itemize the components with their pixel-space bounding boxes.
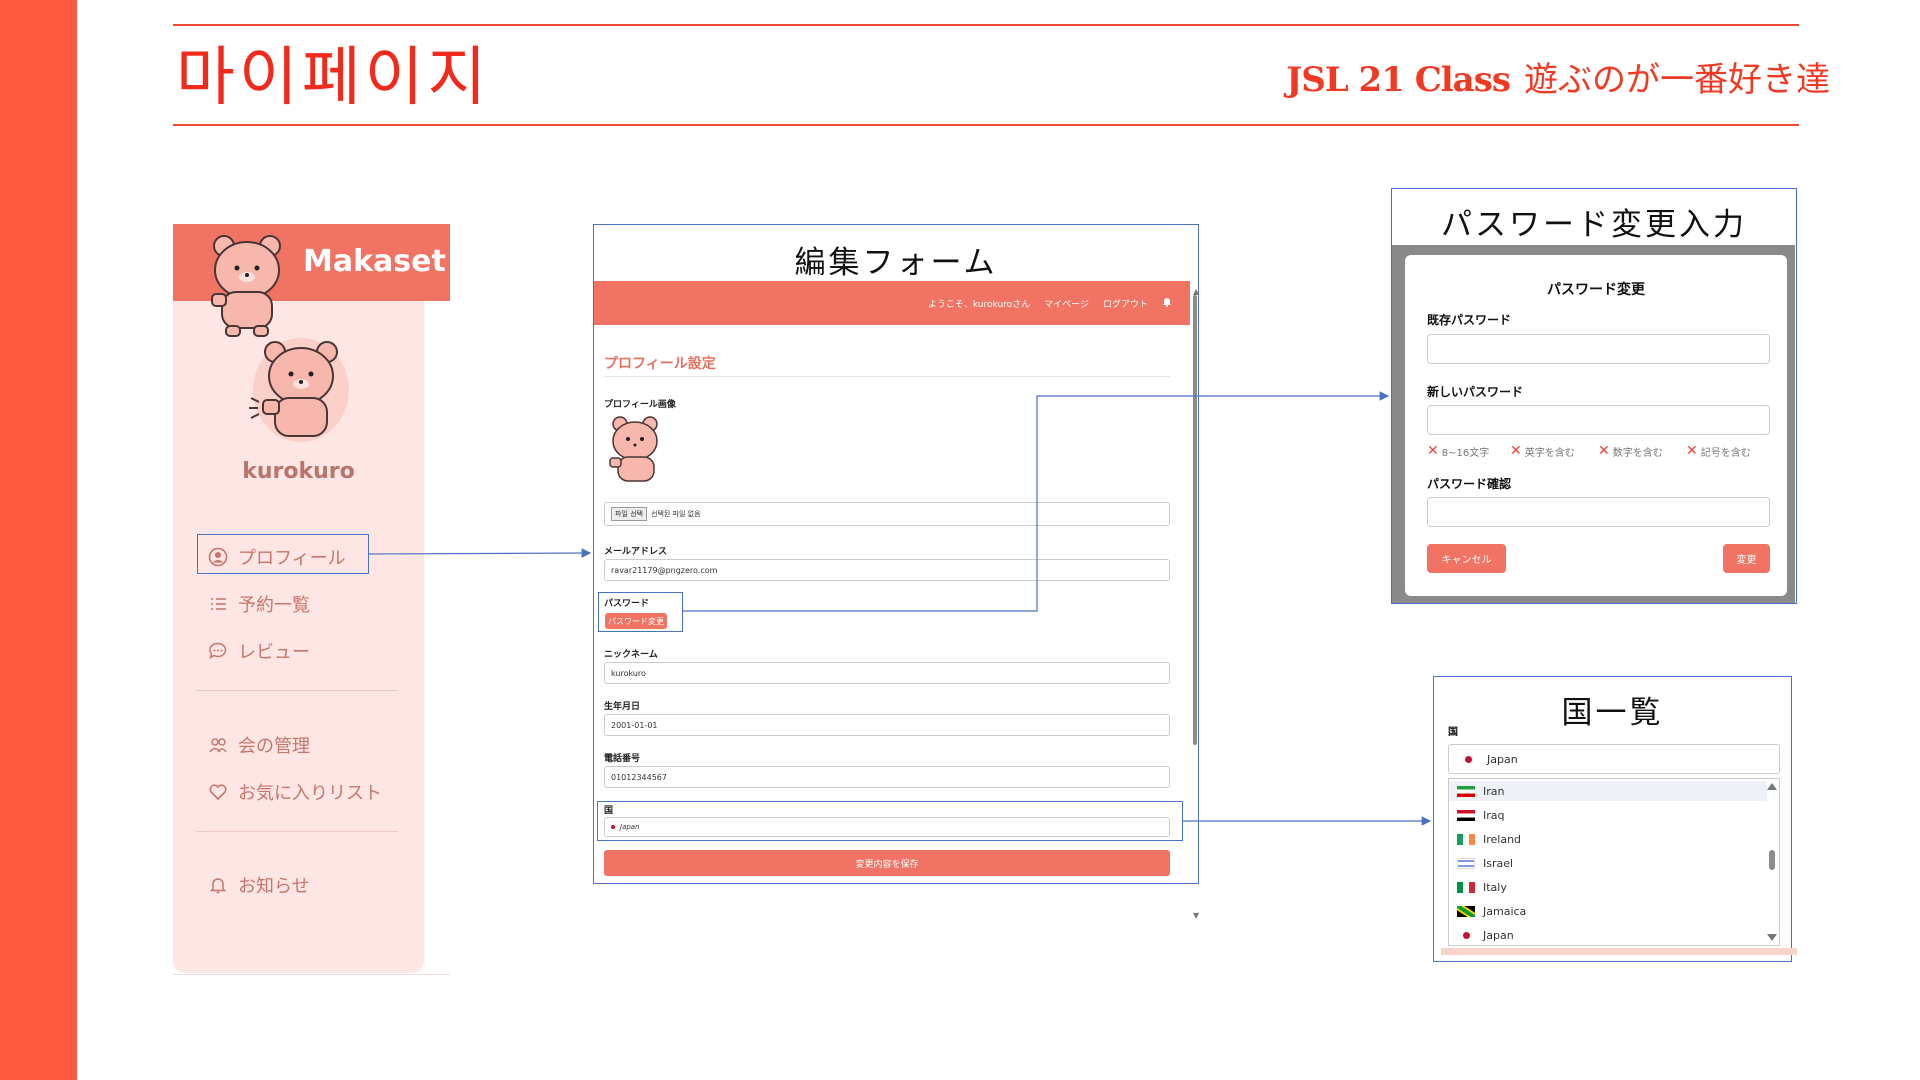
arrow-profile-to-form: [368, 548, 592, 558]
connector-arrows: [368, 391, 1432, 826]
arrow-password-to-panel: [683, 391, 1390, 612]
